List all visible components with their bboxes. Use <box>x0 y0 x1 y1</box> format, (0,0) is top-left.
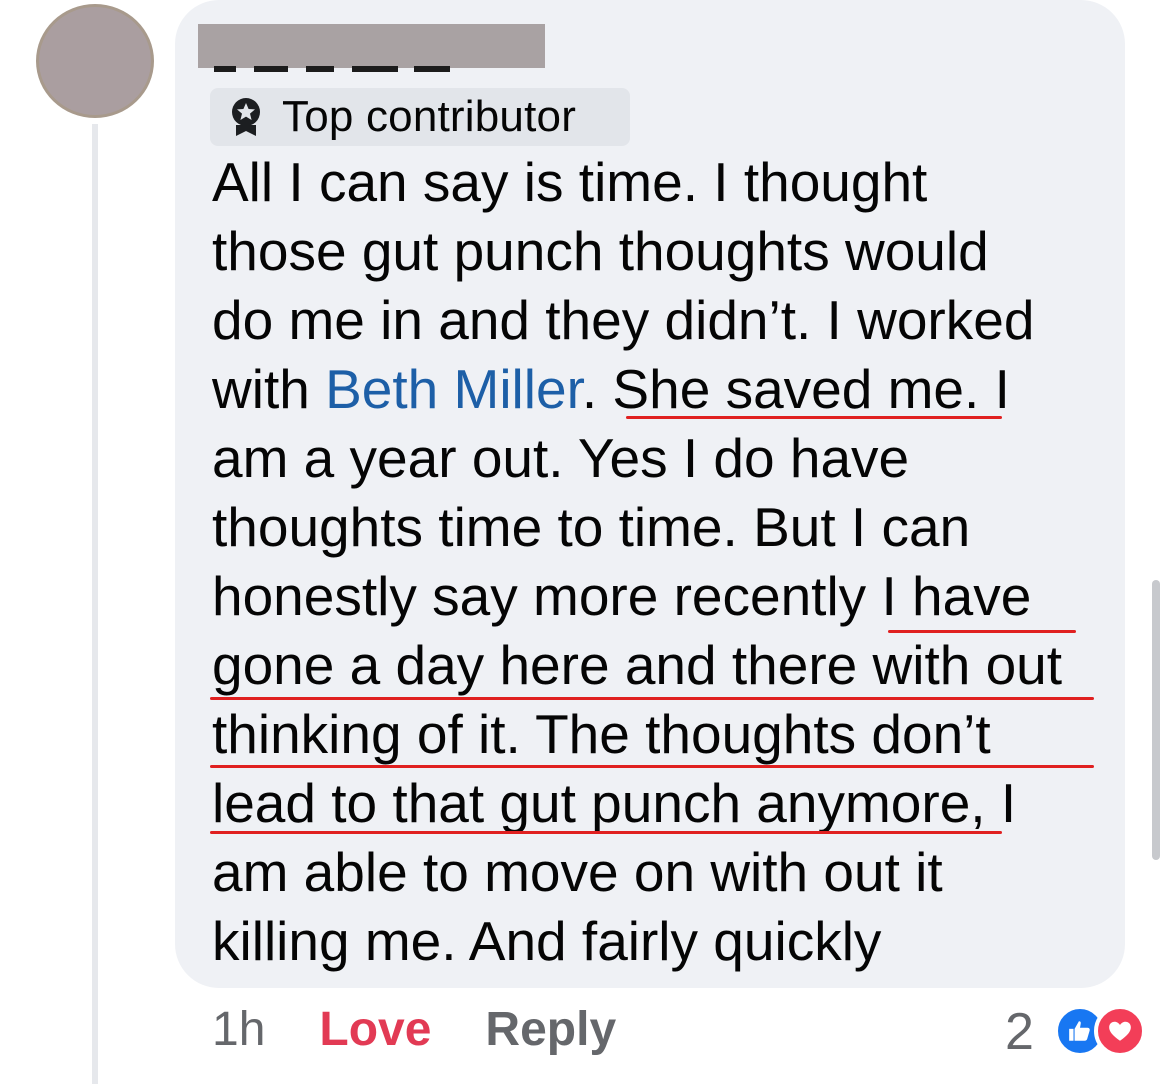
annotation-underline <box>210 765 1094 768</box>
top-contributor-badge[interactable]: Top contributor <box>210 88 630 146</box>
comment-line: All I can say is time. I thought <box>212 151 928 213</box>
reply-button[interactable]: Reply <box>485 1002 616 1057</box>
comment-line: honestly say more recently I have <box>212 565 1032 627</box>
love-reaction-icon[interactable] <box>1094 1005 1146 1057</box>
comment-line: thoughts time to time. But I can <box>212 496 971 558</box>
comment-line: those gut punch thoughts would <box>212 220 989 282</box>
scrollbar[interactable] <box>1152 580 1160 860</box>
comment-line: killing me. And fairly quickly <box>212 910 882 972</box>
thread-line <box>92 124 98 1084</box>
comment-line: do me in and they didn’t. I worked <box>212 289 1035 351</box>
comment-actions: 1h Love Reply <box>212 1002 616 1057</box>
comment-line: thinking of it. The thoughts don’t <box>212 703 991 765</box>
annotation-underline <box>210 697 1094 700</box>
comment-line: lead to that gut punch anymore, I <box>212 772 1017 834</box>
annotation-underline <box>888 630 1076 633</box>
love-button[interactable]: Love <box>319 1002 431 1057</box>
comment-text: All I can say is time. I thought those g… <box>212 148 1112 976</box>
annotation-underline <box>626 416 1002 419</box>
commenter-avatar[interactable] <box>36 4 154 118</box>
reaction-count[interactable]: 2 <box>1005 1002 1034 1062</box>
comment-line: with Beth Miller. She saved me. I <box>212 358 1010 420</box>
mention-link[interactable]: Beth Miller <box>325 358 582 420</box>
comment-line: gone a day here and there with out <box>212 634 1063 696</box>
commenter-name-redacted <box>198 24 545 68</box>
comment-line: am able to move on with out it <box>212 841 943 903</box>
commenter-name-fragment <box>214 66 454 72</box>
timestamp[interactable]: 1h <box>212 1002 265 1057</box>
comment-line: am a year out. Yes I do have <box>212 427 910 489</box>
badge-label: Top contributor <box>282 92 577 141</box>
badge-icon <box>232 98 260 136</box>
annotation-underline <box>210 831 1002 834</box>
